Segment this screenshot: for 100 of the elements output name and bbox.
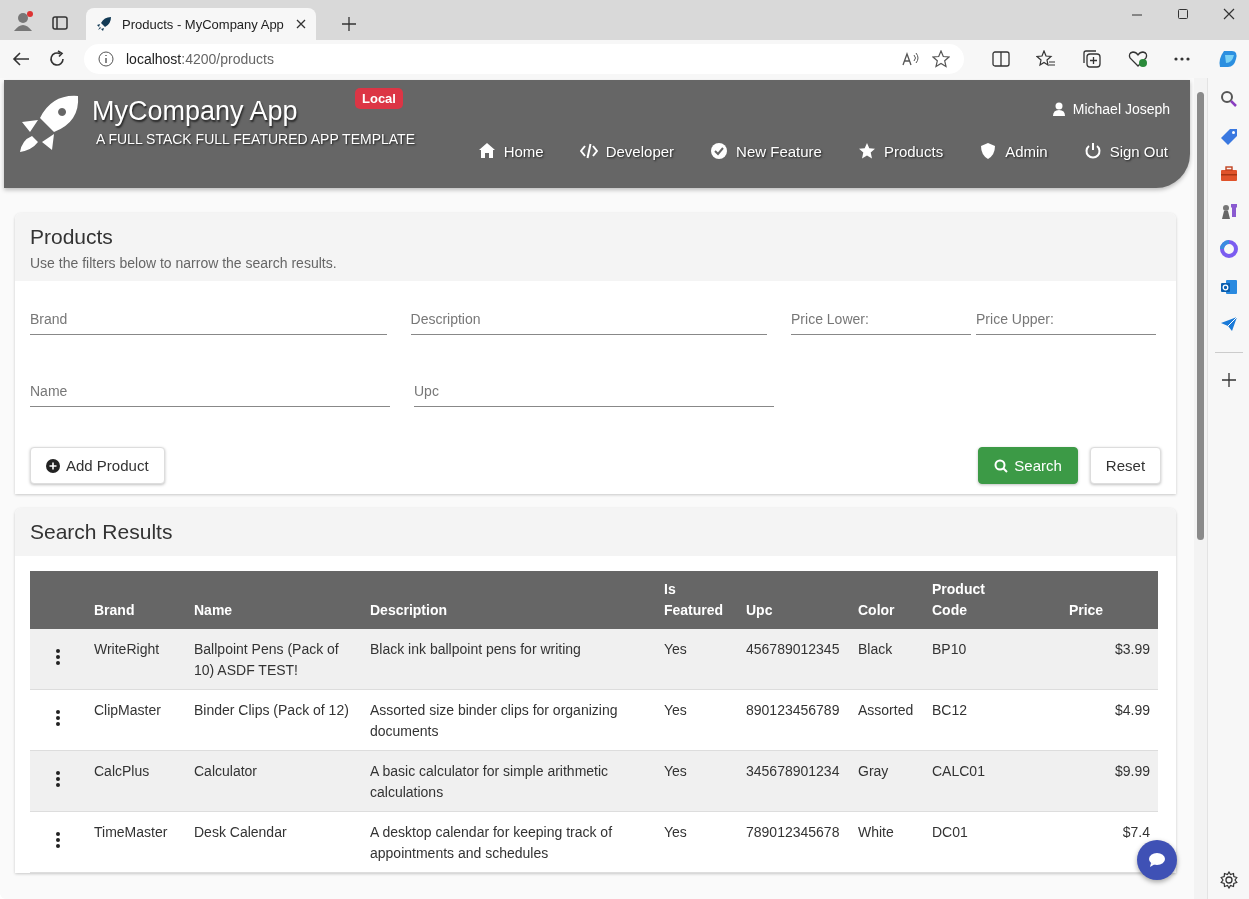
search-button[interactable]: Search xyxy=(978,447,1078,484)
maximize-icon[interactable] xyxy=(1177,8,1189,20)
table-cell: Binder Clips (Pack of 12) xyxy=(186,689,362,751)
nav-link[interactable]: Sign Out xyxy=(1083,142,1169,160)
nav-link[interactable]: Products xyxy=(857,142,944,160)
add-product-button[interactable]: Add Product xyxy=(30,447,165,484)
table-cell: $9.99 xyxy=(1014,750,1158,812)
table-cell: Assorted size binder clips for organizing documents xyxy=(362,689,656,751)
column-header[interactable]: Product Code xyxy=(924,571,1014,629)
column-header[interactable]: Description xyxy=(362,571,656,629)
paper-plane-icon[interactable] xyxy=(1219,316,1238,332)
table-cell: Assorted xyxy=(850,689,924,751)
close-icon[interactable] xyxy=(1223,8,1235,20)
nav-link[interactable]: Developer xyxy=(579,142,675,160)
table-cell: Black xyxy=(850,629,924,690)
more-icon[interactable] xyxy=(1174,57,1190,61)
app-title: MyCompany App xyxy=(92,96,298,127)
column-header[interactable]: Brand xyxy=(86,571,186,629)
nav-link[interactable]: New Feature xyxy=(710,142,822,160)
input-field[interactable]: Price Upper: xyxy=(976,303,1157,335)
read-aloud-icon[interactable] xyxy=(902,51,920,67)
table-cell: 789012345678 xyxy=(738,811,850,873)
kebab-menu-icon[interactable] xyxy=(56,709,60,727)
plus-circle-icon xyxy=(46,458,60,473)
home-icon xyxy=(477,142,496,160)
table-cell: CalcPlus xyxy=(86,750,186,812)
table-cell: Ballpoint Pens (Pack of 10) ASDF TEST! xyxy=(186,629,362,690)
column-header[interactable]: Color xyxy=(850,571,924,629)
column-header[interactable]: Price xyxy=(1014,571,1158,629)
table-cell: A desktop calendar for keeping track of appointments and schedules xyxy=(362,811,656,873)
table-cell: $4.99 xyxy=(1014,689,1158,751)
table-cell: Yes xyxy=(656,811,738,873)
new-tab-icon[interactable] xyxy=(342,17,356,31)
table-cell: White xyxy=(850,811,924,873)
mail-icon[interactable] xyxy=(1219,278,1238,296)
user-icon xyxy=(1052,102,1065,116)
table-cell: WriteRight xyxy=(86,629,186,690)
split-screen-icon[interactable] xyxy=(992,51,1010,67)
input-field[interactable]: Description xyxy=(410,303,768,335)
reload-icon[interactable] xyxy=(48,50,66,68)
profile-icon xyxy=(12,10,34,32)
rocket-icon xyxy=(96,16,112,32)
close-icon[interactable] xyxy=(296,19,306,29)
table-cell: Desk Calendar xyxy=(186,811,362,873)
table-cell: 890123456789 xyxy=(738,689,850,751)
heart-pulse-icon[interactable] xyxy=(1128,50,1148,68)
card-title: Search Results xyxy=(30,520,174,544)
input-field[interactable]: Name xyxy=(30,375,390,407)
card-hint: Use the filters below to narrow the search results. xyxy=(30,255,338,271)
star-icon[interactable] xyxy=(932,50,950,68)
column-header[interactable]: Is Featured xyxy=(656,571,738,629)
ring-icon[interactable] xyxy=(1219,240,1238,258)
kebab-menu-icon[interactable] xyxy=(56,831,60,849)
column-header[interactable]: Name xyxy=(186,571,362,629)
tab-title: Products - MyCompany App xyxy=(122,16,285,32)
star-icon xyxy=(857,142,876,160)
table-cell: Black ink ballpoint pens for writing xyxy=(362,629,656,690)
favorites-icon[interactable] xyxy=(1036,50,1056,68)
check-circle-icon xyxy=(710,142,729,160)
tag-icon[interactable] xyxy=(1219,128,1238,146)
browser-tab[interactable]: Products - MyCompany App xyxy=(86,8,316,40)
table-cell: Yes xyxy=(656,689,738,751)
scrollbar[interactable] xyxy=(1194,78,1208,899)
input-field[interactable]: Upc xyxy=(414,375,774,407)
chat-icon xyxy=(1148,852,1166,868)
gear-icon[interactable] xyxy=(1219,871,1238,889)
user-menu[interactable]: Michael Joseph xyxy=(1052,101,1171,117)
table-cell: Gray xyxy=(850,750,924,812)
app-subtitle: A FULL STACK FULL FEATURED APP TEMPLATE xyxy=(96,131,415,147)
table-cell: Yes xyxy=(656,750,738,812)
input-field[interactable]: Brand xyxy=(30,303,387,335)
shield-icon xyxy=(979,142,998,160)
reset-button[interactable]: Reset xyxy=(1089,447,1162,484)
collections-icon[interactable] xyxy=(1082,49,1102,69)
nav-link[interactable]: Admin xyxy=(979,142,1048,160)
back-icon[interactable] xyxy=(12,51,30,67)
nav-link[interactable]: Home xyxy=(477,142,544,160)
power-icon xyxy=(1083,142,1102,160)
chess-icon[interactable] xyxy=(1219,202,1238,220)
url-text: localhost:4200/products xyxy=(126,51,275,67)
search-icon[interactable] xyxy=(1219,90,1238,108)
table-cell: CALC01 xyxy=(924,750,1014,812)
table-cell: ClipMaster xyxy=(86,689,186,751)
card-title: Products xyxy=(30,225,114,249)
kebab-menu-icon[interactable] xyxy=(56,770,60,788)
table-cell: BC12 xyxy=(924,689,1014,751)
column-header[interactable]: Upc xyxy=(738,571,850,629)
table-cell: Yes xyxy=(656,629,738,690)
toolbox-icon[interactable] xyxy=(1219,166,1238,182)
address-bar[interactable]: localhost:4200/products xyxy=(84,44,964,74)
table-cell: DC01 xyxy=(924,811,1014,873)
table-cell: A basic calculator for simple arithmetic calculations xyxy=(362,750,656,812)
info-icon xyxy=(98,51,114,67)
table-cell: 456789012345 xyxy=(738,629,850,690)
add-icon[interactable] xyxy=(1221,373,1236,387)
tab-actions-icon[interactable] xyxy=(52,15,68,31)
input-field[interactable]: Price Lower: xyxy=(791,303,972,335)
code-icon xyxy=(579,142,598,160)
kebab-menu-icon[interactable] xyxy=(56,648,60,666)
table-cell: 345678901234 xyxy=(738,750,850,812)
